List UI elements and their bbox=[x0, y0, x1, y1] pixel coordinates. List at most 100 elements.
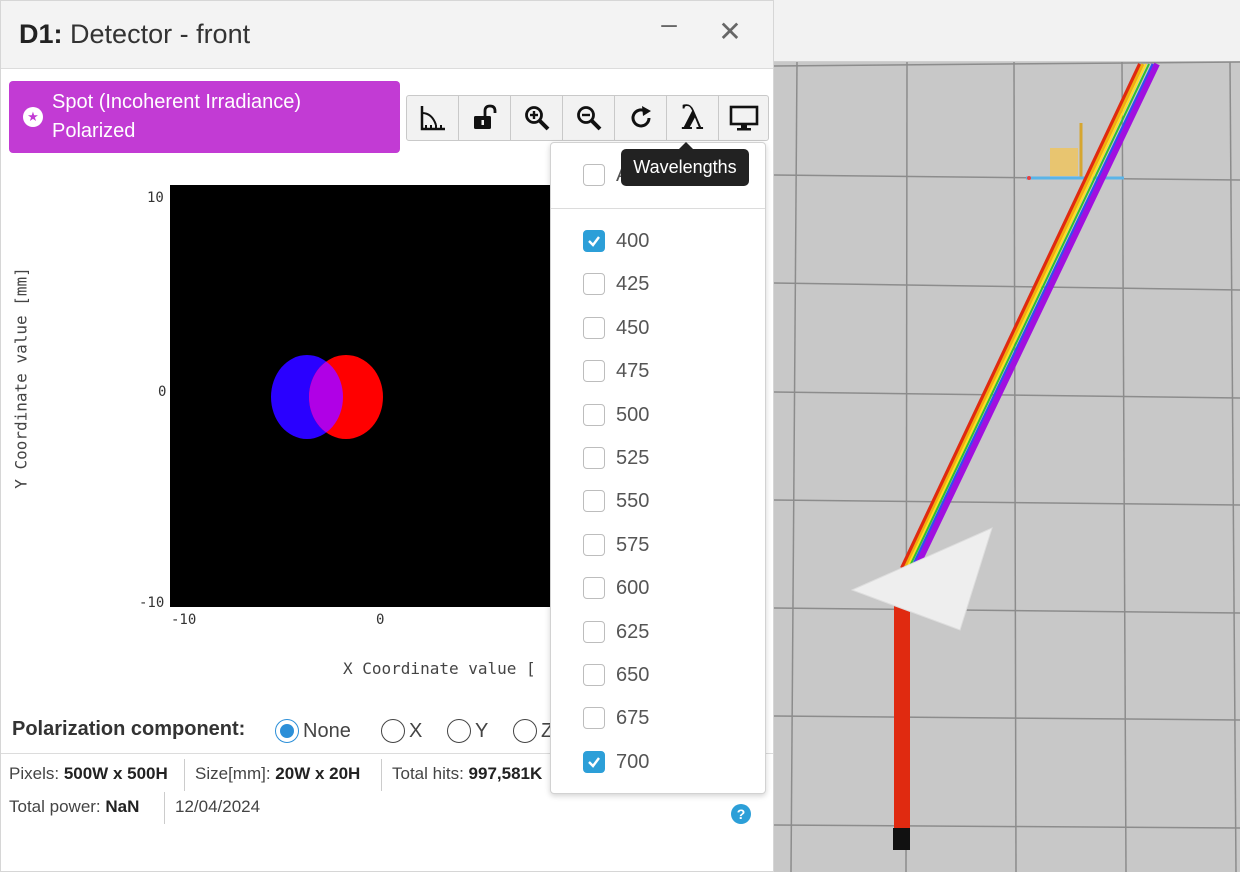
radio-unselected-icon bbox=[513, 719, 537, 743]
wavelength-option[interactable]: 625 bbox=[583, 620, 649, 644]
status-separator bbox=[164, 792, 165, 824]
status-size: Size[mm]: 20W x 20H bbox=[195, 764, 360, 784]
wavelength-label: 400 bbox=[616, 229, 650, 252]
checkbox-checked-icon bbox=[583, 751, 605, 773]
wavelength-label: 625 bbox=[616, 620, 650, 643]
scene-viewport[interactable] bbox=[774, 0, 1240, 872]
status-pixels: Pixels: 500W x 500H bbox=[9, 764, 168, 784]
tooltip-arrow bbox=[679, 142, 693, 149]
minimize-icon: – bbox=[661, 8, 677, 39]
checkbox-unchecked-icon bbox=[583, 360, 605, 382]
wavelength-label: 675 bbox=[616, 706, 650, 729]
help-icon[interactable]: ? bbox=[731, 804, 751, 824]
wavelength-option[interactable]: 475 bbox=[583, 359, 649, 383]
status-hits: Total hits: 997,581K bbox=[392, 764, 542, 784]
dropdown-divider bbox=[551, 208, 765, 209]
wavelength-label: 500 bbox=[616, 403, 650, 426]
wavelength-option[interactable]: 600 bbox=[583, 576, 649, 600]
checkbox-unchecked-icon bbox=[583, 404, 605, 426]
radio-x-label: X bbox=[409, 719, 423, 742]
ruler-button[interactable] bbox=[407, 96, 459, 140]
checkbox-unchecked-icon bbox=[583, 164, 605, 186]
radio-unselected-icon bbox=[381, 719, 405, 743]
checkbox-unchecked-icon bbox=[583, 621, 605, 643]
radio-unselected-icon bbox=[447, 719, 471, 743]
status-separator bbox=[381, 759, 382, 791]
wavelength-option[interactable]: 500 bbox=[583, 403, 649, 427]
radio-none-label: None bbox=[303, 719, 351, 742]
wavelength-label: 575 bbox=[616, 533, 650, 556]
irradiance-plot[interactable] bbox=[170, 185, 590, 607]
scene-canvas[interactable] bbox=[774, 0, 1240, 872]
zoom-out-icon bbox=[576, 106, 601, 131]
scene-grid bbox=[774, 61, 1240, 872]
zoom-in-button[interactable] bbox=[511, 96, 563, 140]
detector-name: Detector - front bbox=[70, 19, 251, 49]
status-date: 12/04/2024 bbox=[175, 797, 261, 816]
y-axis-label: Y Coordinate value [mm] bbox=[11, 267, 31, 489]
wavelength-option[interactable]: 425 bbox=[583, 272, 649, 296]
zoom-out-button[interactable] bbox=[563, 96, 615, 140]
checkbox-unchecked-icon bbox=[583, 707, 605, 729]
wavelength-option[interactable]: 675 bbox=[583, 706, 649, 730]
window-titlebar[interactable]: D1: Detector - front – ✕ bbox=[1, 1, 773, 69]
unlock-button[interactable] bbox=[459, 96, 511, 140]
dispersed-rays bbox=[900, 62, 1160, 570]
wavelength-icon: λ bbox=[680, 98, 705, 138]
monitor-button[interactable] bbox=[719, 96, 768, 140]
wavelength-option[interactable]: 650 bbox=[583, 663, 649, 687]
status-separator bbox=[184, 759, 185, 791]
wavelength-label: 700 bbox=[616, 750, 650, 773]
refresh-icon bbox=[631, 106, 651, 128]
radio-x[interactable]: X bbox=[381, 718, 422, 744]
wavelength-option[interactable]: 450 bbox=[583, 316, 649, 340]
power-value: NaN bbox=[105, 797, 140, 816]
detector-id: D1: bbox=[19, 19, 63, 49]
wavelength-label: 450 bbox=[616, 316, 650, 339]
minimize-button[interactable]: – bbox=[649, 7, 689, 43]
radio-z[interactable]: Z bbox=[513, 718, 553, 744]
wavelength-label: 600 bbox=[616, 576, 650, 599]
zoom-in-icon bbox=[524, 106, 549, 131]
wavelength-label: 550 bbox=[616, 489, 650, 512]
source-block bbox=[893, 828, 910, 850]
window-title: D1: Detector - front bbox=[19, 19, 250, 50]
plot-toolbar: λ bbox=[406, 95, 769, 141]
unlock-icon bbox=[473, 104, 496, 129]
x-tick: -10 bbox=[171, 612, 197, 628]
wavelength-option[interactable]: 525 bbox=[583, 446, 649, 470]
refresh-button[interactable] bbox=[615, 96, 667, 140]
checkbox-unchecked-icon bbox=[583, 273, 605, 295]
wavelength-button[interactable]: λ bbox=[667, 96, 719, 140]
analysis-mode-badge[interactable]: ★ Spot (Incoherent Irradiance) Polarized bbox=[9, 81, 400, 153]
radio-none[interactable]: None bbox=[275, 718, 351, 744]
y-tick: 10 bbox=[147, 190, 164, 206]
wavelength-label: 425 bbox=[616, 272, 650, 295]
wavelength-option[interactable]: 700 bbox=[583, 750, 649, 774]
hits-label: Total hits: bbox=[392, 764, 464, 783]
checkbox-unchecked-icon bbox=[583, 447, 605, 469]
wavelengths-tooltip: Wavelengths bbox=[621, 149, 749, 186]
close-button[interactable]: ✕ bbox=[710, 15, 750, 51]
x-tick: 0 bbox=[376, 612, 385, 628]
checkbox-unchecked-icon bbox=[583, 490, 605, 512]
wavelength-label: 525 bbox=[616, 446, 650, 469]
polarization-label: Polarization component: bbox=[12, 718, 246, 740]
wavelength-option[interactable]: 400 bbox=[583, 229, 649, 253]
radio-selected-icon bbox=[275, 719, 299, 743]
checkbox-unchecked-icon bbox=[583, 577, 605, 599]
power-label: Total power: bbox=[9, 797, 101, 816]
close-icon: ✕ bbox=[718, 16, 742, 47]
size-value: 20W x 20H bbox=[275, 764, 361, 783]
status-power: Total power: NaN bbox=[9, 797, 139, 817]
wavelength-option[interactable]: 550 bbox=[583, 489, 649, 513]
ruler-icon bbox=[420, 106, 445, 131]
wavelength-dropdown: All 400425450475500525550575600625650675… bbox=[550, 142, 766, 794]
mode-line1: Spot (Incoherent Irradiance) bbox=[52, 91, 302, 113]
checkbox-unchecked-icon bbox=[583, 664, 605, 686]
wavelength-option[interactable]: 575 bbox=[583, 533, 649, 557]
prism[interactable] bbox=[850, 527, 993, 631]
monitor-icon bbox=[729, 105, 758, 131]
radio-y-label: Y bbox=[475, 719, 489, 742]
radio-y[interactable]: Y bbox=[447, 718, 488, 744]
